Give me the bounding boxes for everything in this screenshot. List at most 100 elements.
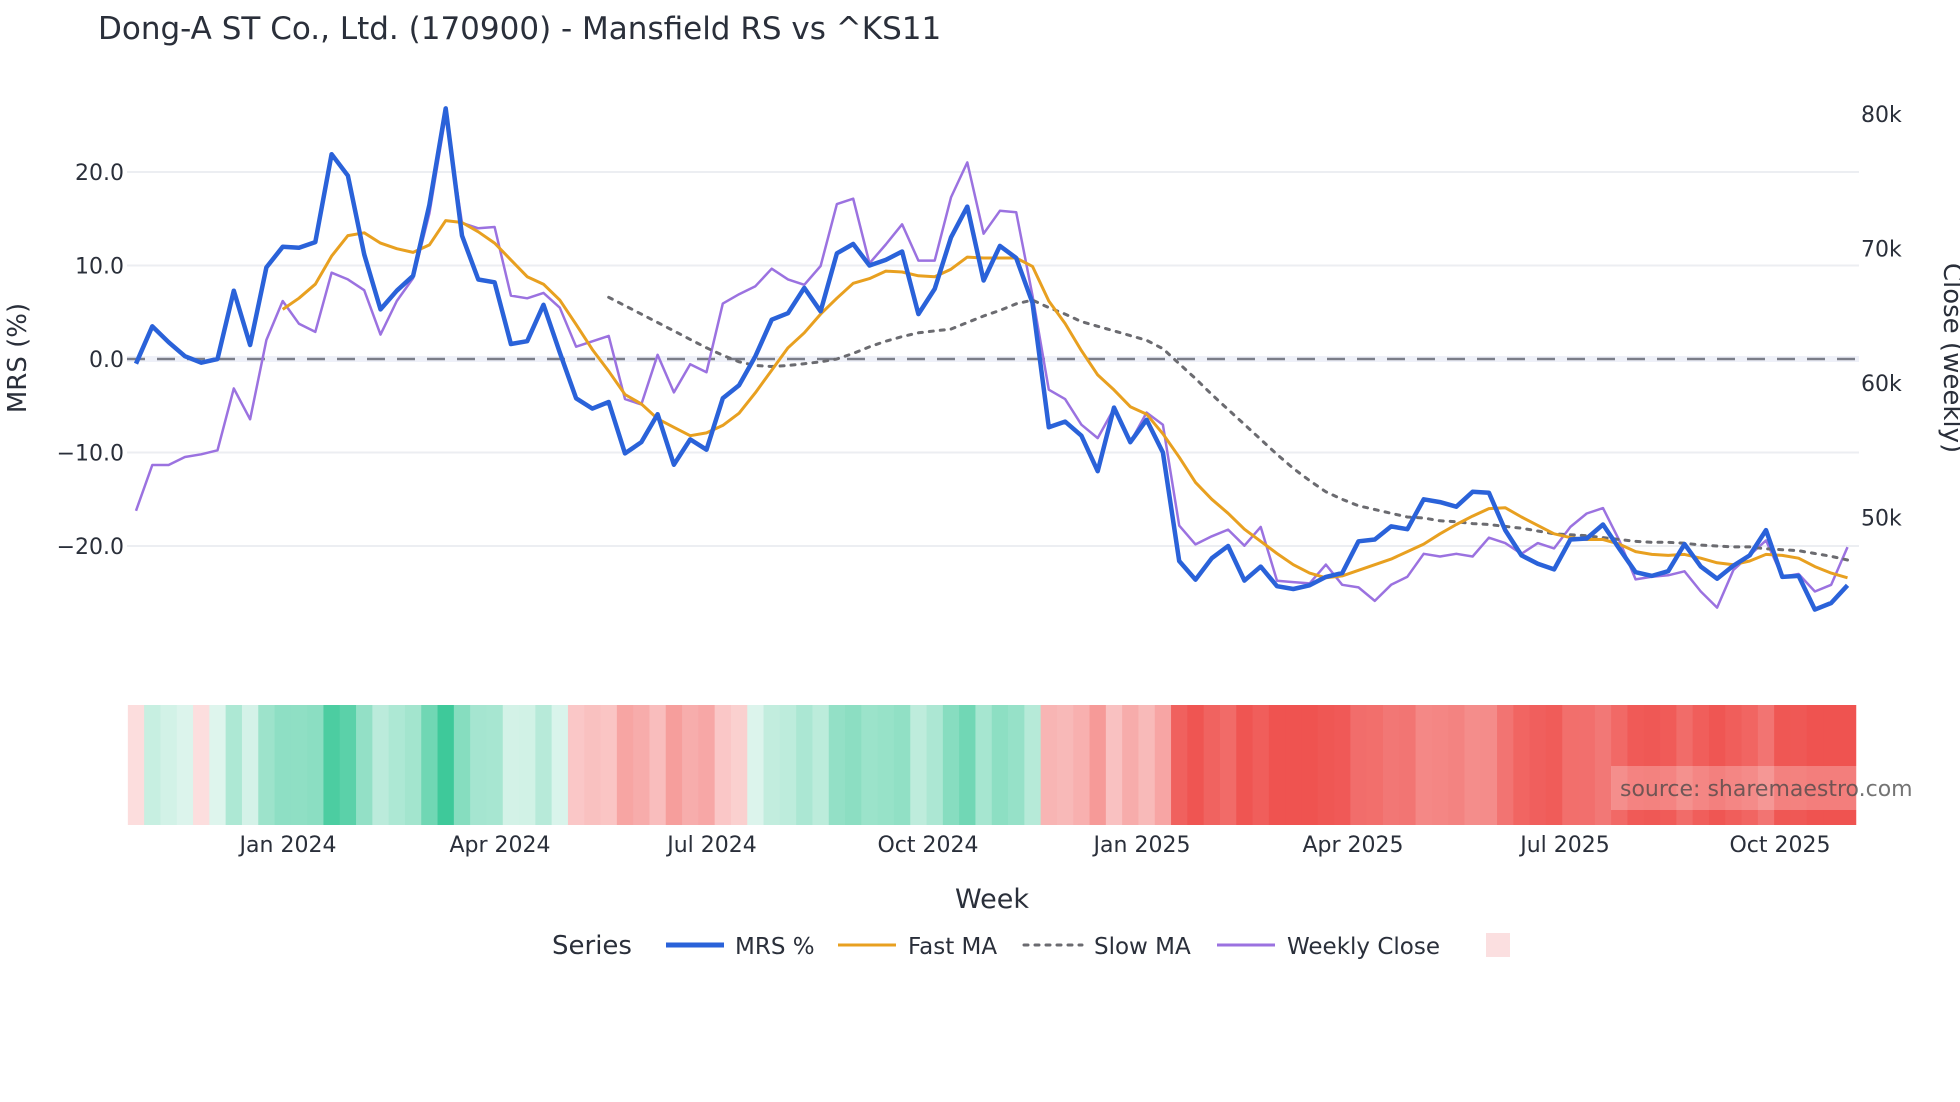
heatmap-cell <box>779 705 797 825</box>
heatmap-cell <box>1122 705 1140 825</box>
legend-label: Fast MA <box>908 934 997 960</box>
heatmap-cell <box>144 705 162 825</box>
heatmap-cell <box>616 705 634 825</box>
heatmap-cell <box>1301 705 1319 825</box>
heatmap-cell <box>877 705 895 825</box>
heatmap-cell <box>584 705 602 825</box>
heatmap-cell <box>1431 705 1449 825</box>
heatmap-cell <box>1545 705 1563 825</box>
x-tick-label: Apr 2024 <box>449 833 550 858</box>
heatmap-cell <box>1008 705 1025 825</box>
heatmap-cell <box>1578 705 1596 825</box>
y2-tick-label: 80k <box>1861 103 1902 128</box>
x-tick-label: Oct 2025 <box>1729 833 1830 858</box>
heatmap-cell <box>763 705 781 825</box>
y-tick-label: 0.0 <box>89 348 124 373</box>
heatmap-cell <box>388 705 406 825</box>
heatmap-cell <box>1040 705 1058 825</box>
heatmap-cell <box>845 705 862 825</box>
x-tick-label: Jul 2024 <box>665 833 757 858</box>
heatmap-cell <box>1334 705 1351 825</box>
heatmap-cell <box>241 705 259 825</box>
y-tick-label: 10.0 <box>75 255 124 280</box>
legend-label: Slow MA <box>1094 934 1191 960</box>
heatmap-cell <box>1415 705 1433 825</box>
heatmap-cell <box>535 705 553 825</box>
heatmap-cell <box>730 705 748 825</box>
x-tick-label: Apr 2025 <box>1302 833 1403 858</box>
x-tick-label: Oct 2024 <box>877 833 978 858</box>
chart-title: Dong-A ST Co., Ltd. (170900) - Mansfield… <box>98 11 941 47</box>
heatmap-cell <box>1448 705 1466 825</box>
heatmap-cell <box>1252 705 1270 825</box>
heatmap-cell <box>1154 705 1172 825</box>
heatmap-cell <box>1366 705 1384 825</box>
heatmap-cell <box>796 705 814 825</box>
heatmap-cell <box>926 705 944 825</box>
heatmap-cell <box>437 705 455 825</box>
heatmap-cell <box>404 705 422 825</box>
heatmap-cell <box>209 705 227 825</box>
heatmap-cell <box>698 705 716 825</box>
heatmap-cell <box>1399 705 1417 825</box>
heatmap-cell <box>323 705 341 825</box>
heatmap-cell <box>1350 705 1368 825</box>
heatmap-cell <box>1024 705 1042 825</box>
heatmap-cell <box>225 705 243 825</box>
heatmap-cell <box>1219 705 1237 825</box>
x-tick-label: Jan 2024 <box>238 833 337 858</box>
heatmap-cell <box>975 705 993 825</box>
heatmap-cell <box>812 705 830 825</box>
heatmap-cell <box>959 705 977 825</box>
heatmap-cell <box>258 705 276 825</box>
heatmap-cell <box>1317 705 1335 825</box>
heatmap-cell <box>519 705 536 825</box>
heatmap-cell <box>1171 705 1188 825</box>
legend-item-fast[interactable]: Fast MA <box>838 934 997 960</box>
heatmap-cell <box>470 705 488 825</box>
heatmap-cell <box>127 705 145 825</box>
heatmap-cell <box>828 705 846 825</box>
rs-heatmap-strip <box>127 705 1857 825</box>
heatmap-cell <box>551 705 569 825</box>
legend-item-mrs[interactable]: MRS % <box>666 934 815 960</box>
heatmap-cell <box>274 705 292 825</box>
heatmap-cell <box>1268 705 1286 825</box>
heatmap-cell <box>1529 705 1547 825</box>
heatmap-cell <box>486 705 504 825</box>
heatmap-cell <box>714 705 732 825</box>
heatmap-cell <box>421 705 439 825</box>
y-tick-label: −20.0 <box>57 535 124 560</box>
legend-item-close[interactable]: Weekly Close <box>1217 934 1440 960</box>
heatmap-cell <box>176 705 194 825</box>
heatmap-cell <box>1480 705 1498 825</box>
legend-heatmap-swatch <box>1486 933 1510 957</box>
heatmap-cell <box>502 705 520 825</box>
heatmap-cell <box>665 705 683 825</box>
heatmap-cell <box>991 705 1009 825</box>
legend: Series MRS % Fast MA Slow MA Weekly Close <box>552 931 1510 961</box>
y2-axis-title: Close (weekly) <box>1937 263 1960 453</box>
heatmap-cell <box>1497 705 1514 825</box>
heatmap-cell <box>682 705 699 825</box>
heatmap-cell <box>356 705 373 825</box>
heatmap-cell <box>1056 705 1074 825</box>
heatmap-cell <box>1105 705 1123 825</box>
heatmap-cell <box>193 705 210 825</box>
heatmap-cell <box>747 705 765 825</box>
x-tick-label: Jul 2025 <box>1518 833 1610 858</box>
heatmap-cell <box>649 705 667 825</box>
heatmap-cell <box>893 705 911 825</box>
heatmap-cell <box>1285 705 1303 825</box>
heatmap-cell <box>290 705 308 825</box>
heatmap-cell <box>1236 705 1254 825</box>
legend-item-slow[interactable]: Slow MA <box>1022 934 1191 960</box>
legend-label: Weekly Close <box>1287 934 1440 960</box>
heatmap-cell <box>1138 705 1156 825</box>
y2-tick-label: 60k <box>1861 372 1902 397</box>
heatmap-cell <box>1203 705 1221 825</box>
heatmap-cell <box>1513 705 1531 825</box>
heatmap-cell <box>861 705 879 825</box>
heatmap-cell <box>600 705 618 825</box>
heatmap-cell <box>307 705 325 825</box>
